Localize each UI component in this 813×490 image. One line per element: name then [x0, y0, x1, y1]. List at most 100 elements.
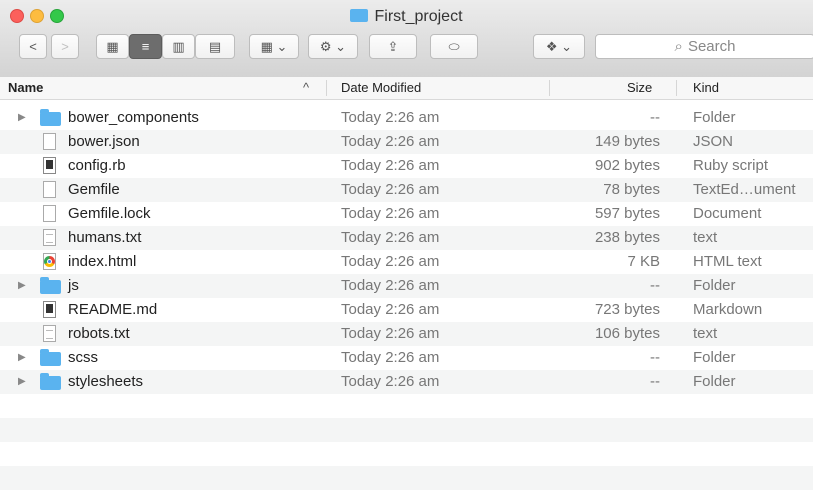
chevron-left-icon: < [29, 39, 37, 54]
file-kind: Folder [693, 373, 736, 390]
arrange-icon: ▦ ⌄ [260, 38, 288, 54]
file-size: 149 bytes [594, 133, 660, 150]
tag-button[interactable]: ⬭ [430, 34, 478, 59]
text-file-icon [40, 229, 62, 247]
file-row[interactable]: ▶ stylesheets Today 2:26 am -- Folder [0, 370, 813, 394]
file-kind: Markdown [693, 301, 763, 318]
sort-ascending-icon: ^ [303, 80, 310, 95]
file-date: Today 2:26 am [341, 349, 440, 366]
file-size: -- [650, 277, 660, 294]
file-row[interactable]: config.rb Today 2:26 am 902 bytes Ruby s… [0, 154, 813, 178]
file-kind: Folder [693, 349, 736, 366]
column-divider[interactable] [326, 80, 327, 96]
disclosure-triangle-icon[interactable]: ▶ [18, 346, 26, 370]
file-kind: Folder [693, 277, 736, 294]
share-button[interactable]: ⇪ [369, 34, 417, 59]
file-row[interactable]: Gemfile.lock Today 2:26 am 597 bytes Doc… [0, 202, 813, 226]
dropbox-icon: ❖ ⌄ [545, 38, 573, 54]
file-size: -- [650, 349, 660, 366]
file-date: Today 2:26 am [341, 277, 440, 294]
file-name: config.rb [68, 157, 126, 174]
file-kind: HTML text [693, 253, 762, 270]
file-name: js [68, 277, 79, 294]
file-date: Today 2:26 am [341, 133, 440, 150]
markdown-file-icon [40, 301, 62, 319]
list-view-button[interactable]: ≡ [129, 34, 162, 59]
folder-icon [40, 373, 62, 391]
disclosure-triangle-icon[interactable]: ▶ [18, 370, 26, 394]
file-date: Today 2:26 am [341, 157, 440, 174]
column-divider[interactable] [549, 80, 550, 96]
folder-icon [40, 349, 62, 367]
gear-icon: ⚙ ⌄ [319, 38, 347, 54]
forward-button[interactable]: > [51, 34, 79, 59]
text-file-icon [40, 325, 62, 343]
file-name: stylesheets [68, 373, 144, 390]
file-kind: text [693, 325, 718, 342]
file-date: Today 2:26 am [341, 181, 440, 198]
file-date: Today 2:26 am [341, 205, 440, 222]
column-view-button[interactable]: ▥ [162, 34, 195, 59]
arrange-button[interactable]: ▦ ⌄ [249, 34, 299, 59]
folder-icon [40, 109, 62, 127]
list-icon: ≡ [141, 39, 150, 54]
empty-row [0, 394, 813, 418]
file-row[interactable]: ▶ scss Today 2:26 am -- Folder [0, 346, 813, 370]
disclosure-triangle-icon[interactable]: ▶ [18, 274, 26, 298]
search-placeholder: Search [687, 38, 736, 55]
back-button[interactable]: < [19, 34, 47, 59]
file-date: Today 2:26 am [341, 253, 440, 270]
file-date: Today 2:26 am [341, 109, 440, 126]
file-size: -- [650, 373, 660, 390]
name-column-header[interactable]: Name [8, 80, 43, 95]
coverflow-view-button[interactable]: ▤ [195, 34, 235, 59]
file-kind: Document [693, 205, 762, 222]
file-kind: Ruby script [693, 157, 769, 174]
grid-icon: ▦ [106, 38, 119, 54]
json-file-icon [40, 133, 62, 151]
folder-icon [40, 277, 62, 295]
file-list: ▶ bower_components Today 2:26 am -- Fold… [0, 106, 813, 490]
empty-row [0, 418, 813, 442]
file-row[interactable]: bower.json Today 2:26 am 149 bytes JSON [0, 130, 813, 154]
file-date: Today 2:26 am [341, 373, 440, 390]
empty-row [0, 466, 813, 490]
file-row[interactable]: index.html Today 2:26 am 7 KB HTML text [0, 250, 813, 274]
file-row[interactable]: robots.txt Today 2:26 am 106 bytes text [0, 322, 813, 346]
file-row[interactable]: ▶ js Today 2:26 am -- Folder [0, 274, 813, 298]
column-divider[interactable] [676, 80, 677, 96]
file-name: README.md [68, 301, 158, 318]
disclosure-triangle-icon[interactable]: ▶ [18, 106, 26, 130]
folder-icon [350, 9, 369, 22]
kind-column-header[interactable]: Kind [693, 80, 719, 95]
file-row[interactable]: ▶ bower_components Today 2:26 am -- Fold… [0, 106, 813, 130]
file-kind: text [693, 229, 718, 246]
window-title-label: First_project [374, 8, 463, 25]
file-kind: Folder [693, 109, 736, 126]
chrome-html-icon [40, 253, 62, 271]
chevron-right-icon: > [61, 39, 69, 54]
file-row[interactable]: README.md Today 2:26 am 723 bytes Markdo… [0, 298, 813, 322]
file-size: 238 bytes [594, 229, 660, 246]
search-field[interactable]: ⌕ Search [595, 34, 813, 59]
file-row[interactable]: Gemfile Today 2:26 am 78 bytes TextEd…um… [0, 178, 813, 202]
file-name: bower.json [68, 133, 140, 150]
date-column-header[interactable]: Date Modified [341, 80, 421, 95]
file-size: -- [650, 109, 660, 126]
file-size: 106 bytes [594, 325, 660, 342]
action-button[interactable]: ⚙ ⌄ [308, 34, 358, 59]
columns-icon: ▥ [172, 38, 185, 54]
file-kind: JSON [693, 133, 734, 150]
file-name: Gemfile [68, 181, 120, 198]
size-column-header[interactable]: Size [627, 80, 652, 95]
window-title: First_project [0, 8, 813, 26]
file-name: robots.txt [68, 325, 130, 342]
document-icon [40, 205, 62, 223]
file-row[interactable]: humans.txt Today 2:26 am 238 bytes text [0, 226, 813, 250]
file-date: Today 2:26 am [341, 301, 440, 318]
file-size: 597 bytes [594, 205, 660, 222]
icon-view-button[interactable]: ▦ [96, 34, 129, 59]
dropbox-button[interactable]: ❖ ⌄ [533, 34, 585, 59]
search-icon: ⌕ [674, 38, 683, 55]
file-size: 78 bytes [603, 181, 660, 198]
